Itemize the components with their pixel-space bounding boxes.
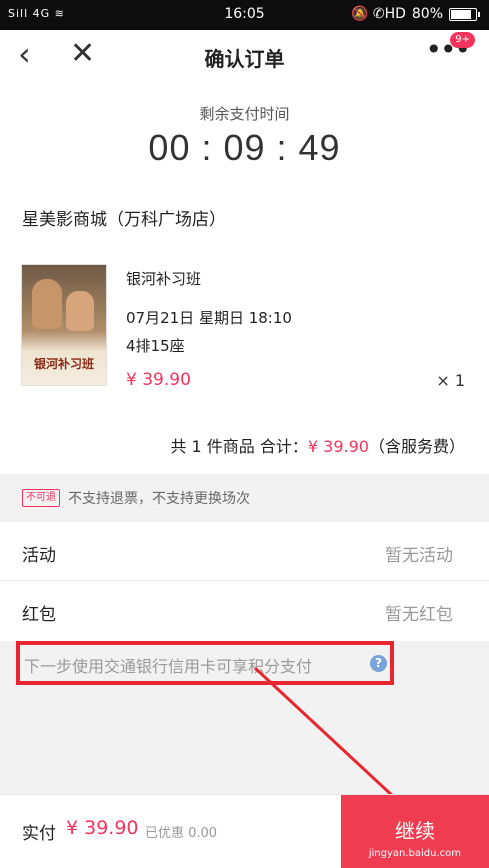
seat-info: 4排15座 bbox=[126, 337, 185, 355]
discount-text: 已优惠 0.00 bbox=[145, 826, 218, 841]
store-name: 星美影商城（万科广场店） bbox=[22, 210, 226, 230]
redpacket-label: 红包 bbox=[22, 605, 56, 625]
status-bar: Sill 4G ≋ 16:05 🔕 ✆HD 80% bbox=[0, 0, 489, 30]
countdown-timer: 00 : 09 : 49 bbox=[148, 127, 341, 168]
order-summary: 共 1 件商品 合计：¥ 39.90（含服务费） bbox=[170, 433, 465, 457]
summary-suffix: （含服务费） bbox=[368, 437, 465, 456]
poster-figure-man bbox=[32, 279, 62, 329]
activity-row[interactable]: 活动 暂无活动 bbox=[0, 523, 489, 581]
nav-bar: ‹ ✕ 确认订单 ••• 9+ bbox=[0, 30, 489, 80]
poster-title: 银河补习班 bbox=[33, 357, 94, 371]
countdown-label: 剩余支付时间 bbox=[199, 105, 290, 123]
notification-badge: 9+ bbox=[450, 32, 475, 48]
battery-percent: 80% bbox=[411, 6, 443, 22]
page-title: 确认订单 bbox=[204, 47, 285, 71]
status-right: 🔕 ✆HD 80% bbox=[350, 6, 480, 22]
ticket-quantity: × 1 bbox=[436, 371, 465, 390]
paid-label: 实付 bbox=[22, 824, 56, 844]
activity-label: 活动 bbox=[22, 546, 56, 566]
no-refund-tag: 不可退 bbox=[22, 489, 60, 507]
refund-notice: 不可退 不支持退票，不支持更换场次 bbox=[0, 474, 489, 522]
movie-name: 银河补习班 bbox=[126, 270, 202, 288]
redpacket-value: 暂无红包 bbox=[385, 605, 453, 625]
refund-notice-text: 不支持退票，不支持更换场次 bbox=[68, 491, 250, 507]
paid-amount: ¥ 39.90 bbox=[66, 817, 139, 839]
notification-icons: 🔕 ✆HD bbox=[350, 6, 406, 22]
annotation-highlight-box bbox=[16, 641, 394, 685]
poster-figure-child bbox=[66, 291, 94, 331]
battery-icon bbox=[449, 7, 480, 21]
redpacket-row[interactable]: 红包 暂无红包 bbox=[0, 582, 489, 640]
summary-total: ¥ 39.90 bbox=[307, 437, 369, 456]
movie-poster[interactable]: 银河补习班 bbox=[21, 264, 107, 386]
ticket-price: ¥ 39.90 bbox=[126, 370, 191, 390]
watermark: jingyan.baidu.com bbox=[368, 848, 461, 859]
summary-prefix: 共 1 件商品 合计： bbox=[170, 437, 308, 456]
showtime: 07月21日 星期日 18:10 bbox=[126, 309, 292, 327]
activity-value: 暂无活动 bbox=[385, 546, 453, 566]
